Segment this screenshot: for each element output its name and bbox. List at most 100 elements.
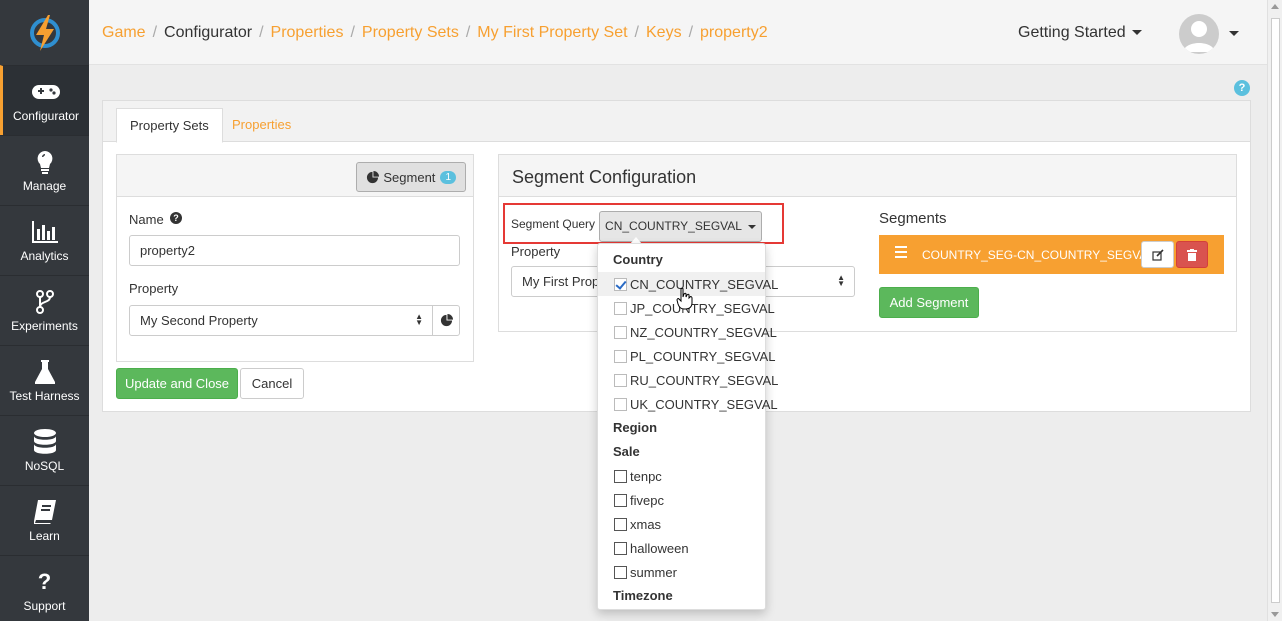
logo-icon <box>29 14 60 51</box>
sidebar-item-configurator[interactable]: Configurator <box>0 65 89 135</box>
breadcrumb-property-set[interactable]: My First Property Set <box>477 24 627 41</box>
option-label: halloween <box>630 540 689 556</box>
segment-query-dropdown[interactable]: CN_COUNTRY_SEGVAL <box>599 211 762 242</box>
page-scrollbar[interactable] <box>1267 0 1282 621</box>
sidebar-item-support[interactable]: ? Support <box>0 555 89 621</box>
property-select[interactable]: My Second Property ▲ ▼ <box>129 305 433 336</box>
breadcrumb-properties[interactable]: Properties <box>271 24 344 41</box>
tab-bar: Property Sets Properties <box>103 101 1250 143</box>
tab-properties[interactable]: Properties <box>219 108 304 143</box>
avatar[interactable] <box>1179 14 1219 54</box>
segment-name: COUNTRY_SEG-CN_COUNTRY_SEGVAL <box>922 248 1155 262</box>
option-fivepc[interactable]: fivepc <box>598 488 765 512</box>
sidebar-item-manage[interactable]: Manage <box>0 135 89 205</box>
trash-icon <box>1187 248 1197 261</box>
scrollbar-thumb[interactable] <box>1271 18 1280 603</box>
group-timezone: Timezone <box>613 588 673 603</box>
option-label: UK_COUNTRY_SEGVAL <box>630 396 778 412</box>
brainclould-logo[interactable] <box>0 0 89 65</box>
checkbox[interactable] <box>614 565 627 579</box>
name-input[interactable]: property2 <box>129 235 460 266</box>
breadcrumb: Game / Configurator / Properties / Property Se… <box>102 24 768 41</box>
sidebar-item-learn[interactable]: Learn <box>0 485 89 555</box>
user-menu-caret-icon[interactable] <box>1229 31 1239 36</box>
scroll-down-icon[interactable] <box>1271 612 1279 617</box>
cancel-button[interactable]: Cancel <box>240 368 304 399</box>
add-segment-button[interactable]: Add Segment <box>879 287 979 318</box>
breadcrumb-key[interactable]: property2 <box>700 24 768 41</box>
bar-chart-icon <box>31 219 58 245</box>
checkbox[interactable] <box>614 493 627 507</box>
edit-icon <box>1151 248 1164 261</box>
hand-cursor-icon <box>676 287 694 313</box>
tab-property-sets[interactable]: Property Sets <box>116 108 223 143</box>
scroll-up-icon[interactable] <box>1271 4 1279 9</box>
top-bar: Game / Configurator / Properties / Property Se… <box>89 0 1282 65</box>
config-property-label: Property <box>511 244 561 259</box>
sidebar-item-label: NoSQL <box>24 458 65 473</box>
checkbox[interactable] <box>614 541 627 555</box>
select-arrows-icon: ▲ ▼ <box>837 273 845 288</box>
name-label: Name <box>129 212 164 227</box>
option-uk-country[interactable]: UK_COUNTRY_SEGVAL <box>598 392 778 416</box>
checkbox[interactable] <box>614 373 627 387</box>
group-region: Region <box>613 420 658 435</box>
breadcrumb-keys[interactable]: Keys <box>646 24 682 41</box>
checkbox[interactable] <box>614 349 627 363</box>
option-label: PL_COUNTRY_SEGVAL <box>630 348 776 364</box>
segment-button[interactable]: Segment 1 <box>356 162 466 192</box>
checkbox[interactable] <box>614 301 627 315</box>
sidebar-item-analytics[interactable]: Analytics <box>0 205 89 275</box>
option-label: summer <box>630 564 677 580</box>
getting-started-label: Getting Started <box>1018 24 1126 41</box>
segment-query-value: CN_COUNTRY_SEGVAL <box>605 219 742 233</box>
checkbox[interactable] <box>614 325 627 339</box>
option-ru-country[interactable]: RU_COUNTRY_SEGVAL <box>598 368 778 392</box>
segments-title: Segments <box>879 210 947 227</box>
option-label: NZ_COUNTRY_SEGVAL <box>630 324 777 340</box>
sidebar-item-experiments[interactable]: Experiments <box>0 275 89 345</box>
delete-segment-button[interactable] <box>1176 241 1208 268</box>
segment-configuration-title: Segment Configuration <box>499 155 1236 197</box>
checkbox[interactable] <box>614 469 627 483</box>
breadcrumb-game[interactable]: Game <box>102 24 146 41</box>
book-icon <box>33 499 56 525</box>
getting-started-menu[interactable]: Getting Started <box>1018 24 1142 42</box>
option-pl-country[interactable]: PL_COUNTRY_SEGVAL <box>598 344 775 368</box>
option-label: RU_COUNTRY_SEGVAL <box>630 372 779 388</box>
property-label: Property <box>129 281 179 296</box>
checkbox[interactable] <box>614 517 627 531</box>
sidebar-item-label: Learn <box>29 528 60 543</box>
pie-chart-icon <box>367 170 380 183</box>
database-icon <box>33 428 56 455</box>
lightbulb-icon <box>36 149 54 175</box>
info-icon[interactable]: ? <box>170 212 182 224</box>
chevron-down-icon <box>747 224 756 229</box>
option-summer[interactable]: summer <box>598 560 765 584</box>
sidebar-item-label: Test Harness <box>9 388 80 403</box>
checkbox-checked[interactable] <box>614 277 627 291</box>
sidebar-item-label: Manage <box>22 178 67 193</box>
sidebar-item-nosql[interactable]: NoSQL <box>0 415 89 485</box>
edit-segment-button[interactable] <box>1141 241 1174 268</box>
option-halloween[interactable]: halloween <box>598 536 765 560</box>
option-nz-country[interactable]: NZ_COUNTRY_SEGVAL <box>598 320 777 344</box>
property-segment-button[interactable] <box>432 305 460 336</box>
sidebar-item-label: Analytics <box>20 248 69 263</box>
sidebar-item-label: Support <box>23 598 66 613</box>
segment-row[interactable]: COUNTRY_SEG-CN_COUNTRY_SEGVAL <box>879 235 1224 274</box>
group-country: Country <box>613 252 663 267</box>
update-and-close-button[interactable]: Update and Close <box>116 368 238 399</box>
drag-handle-icon[interactable] <box>895 246 907 261</box>
checkbox[interactable] <box>614 397 627 411</box>
flask-icon <box>34 359 56 385</box>
option-tenpc[interactable]: tenpc <box>598 464 765 488</box>
option-xmas[interactable]: xmas <box>598 512 765 536</box>
breadcrumb-property-sets[interactable]: Property Sets <box>362 24 459 41</box>
help-icon[interactable]: ? <box>1234 80 1250 96</box>
sidebar-item-test-harness[interactable]: Test Harness <box>0 345 89 415</box>
property-select-value: My Second Property <box>140 313 258 328</box>
segment-count-badge: 1 <box>440 170 456 184</box>
pie-chart-icon <box>440 314 453 327</box>
sidebar-item-label: Experiments <box>11 318 78 333</box>
